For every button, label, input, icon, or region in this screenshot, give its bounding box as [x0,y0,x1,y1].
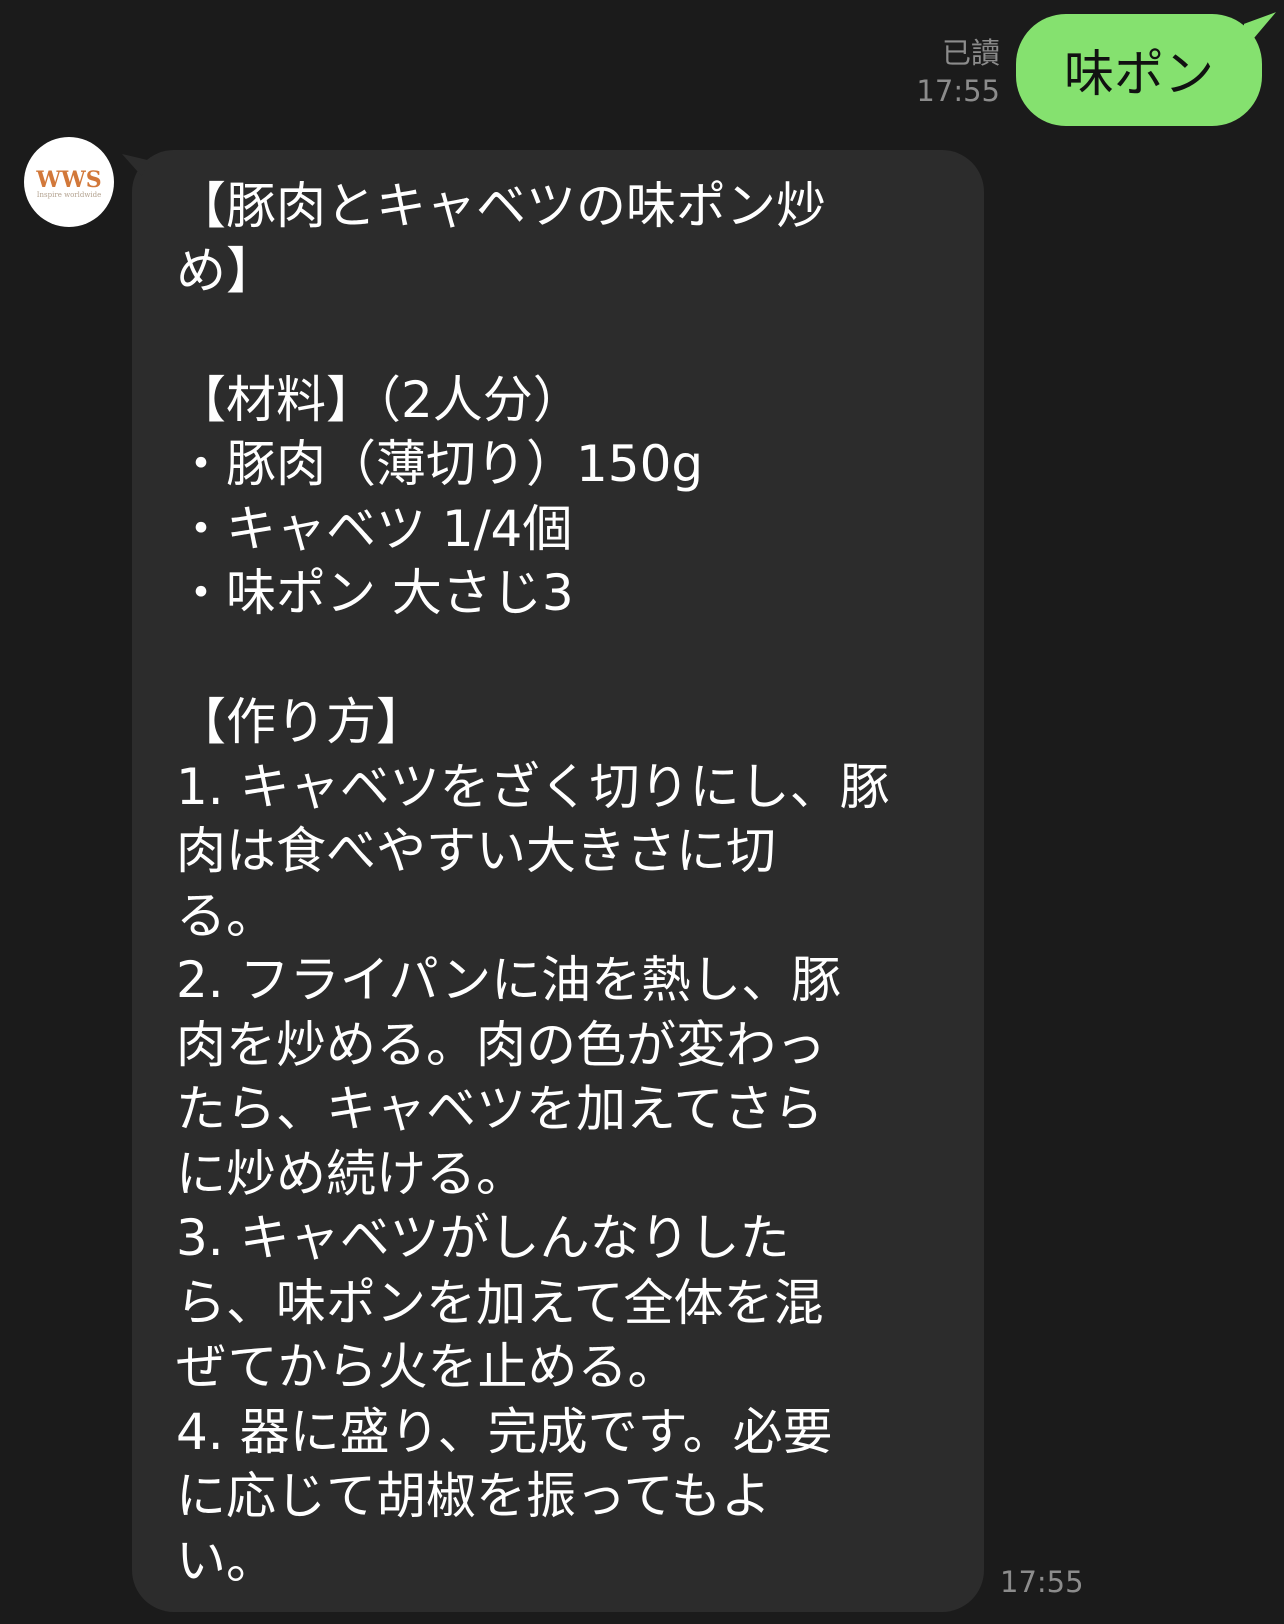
message-line: 肉を炒める。肉の色が変わっ [176,1015,826,1074]
message-line: たら、キャベツを加えてさら [176,1080,824,1138]
message-line: 【豚肉とキャベツの味ポン炒 [176,177,826,235]
message-line: 3. キャベツがしんなりした [176,1209,790,1267]
incoming-message-text: 【豚肉とキャベツの味ポン炒 め】 【材料】（2人分） ・豚肉（薄切り）150g ・キャ… [176,174,954,1593]
message-line: 1. キャベツをざく切りにし、豚 [176,757,890,816]
message-line: に応じて胡椒を振ってもよ [176,1467,771,1525]
message-line: ・豚肉（薄切り）150g [176,435,704,493]
message-line: ・味ポン 大さじ3 [176,564,574,622]
message-line: 【作り方】 [176,693,426,751]
message-line: ら、味ポンを加えて全体を混 [176,1273,824,1332]
message-line: ・キャベツ 1/4個 [176,499,573,558]
message-line: 【材料】（2人分） [176,370,583,429]
message-line: い。 [176,1531,276,1590]
incoming-message-bubble[interactable]: 【豚肉とキャベツの味ポン炒 め】 【材料】（2人分） ・豚肉（薄切り）150g ・キャ… [132,150,984,1612]
message-line: る。 [176,886,276,945]
message-line [176,626,954,691]
avatar-logo-text: WWS [35,167,101,193]
wws-logo-icon: WWS Inspire worldwide [35,167,101,199]
avatar-tagline: Inspire worldwide [37,191,101,199]
message-line [176,303,954,368]
message-line: 2. フライパンに油を熱し、豚 [176,951,842,1009]
sender-avatar[interactable]: WWS Inspire worldwide [24,137,114,227]
message-line: 肉は食べやすい大きさに切 [176,822,776,880]
message-line: ぜてから火を止める。 [176,1338,678,1396]
incoming-timestamp: 17:55 [1000,1565,1084,1599]
message-line: に炒め続ける。 [176,1144,526,1203]
chat-view: 已讀 17:55 味ポン WWS Inspire worldwide 【豚肉とキ… [0,0,1284,1624]
outgoing-message-row: 已讀 17:55 味ポン [916,14,1262,126]
outgoing-message-meta: 已讀 17:55 [916,34,1000,110]
read-receipt: 已讀 [941,36,1000,70]
message-line: 4. 器に盛り、完成です。必要 [176,1402,833,1461]
message-line: め】 [176,241,276,300]
outgoing-timestamp: 17:55 [916,74,1000,108]
outgoing-message-bubble[interactable]: 味ポン [1016,14,1262,126]
